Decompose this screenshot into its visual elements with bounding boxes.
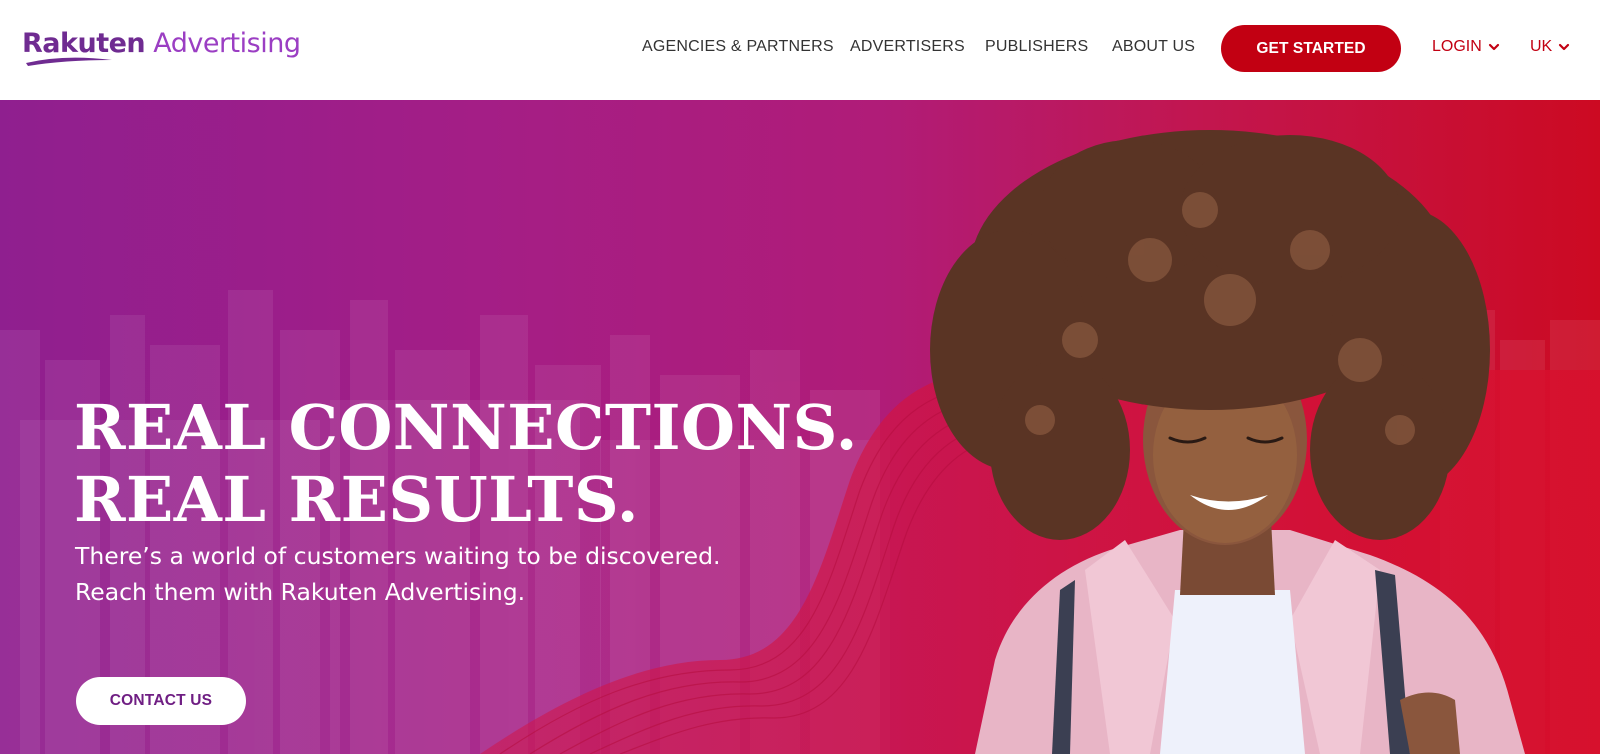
subheading-line-2: Reach them with Rakuten Advertising. [75,578,526,606]
get-started-button[interactable]: GET STARTED [1221,25,1401,72]
contact-us-button[interactable]: CONTACT US [76,677,246,725]
login-dropdown[interactable]: LOGIN [1432,38,1500,56]
logo-rakuten-text: Rakuten [22,28,146,59]
subheading-line-1: There’s a world of customers waiting to … [75,542,721,570]
headline-line-1: REAL CONNECTIONS. [74,391,858,464]
region-dropdown[interactable]: UK [1530,38,1570,56]
chevron-down-icon [1488,43,1499,51]
logo-swoosh-icon [26,57,112,66]
rakuten-advertising-logo[interactable]: Rakuten Advertising [22,28,301,70]
region-label: UK [1530,38,1553,55]
logo-advertising-text: Advertising [145,28,301,59]
nav-advertisers[interactable]: ADVERTISERS [850,38,965,56]
hero-headline: REAL CONNECTIONS. REAL RESULTS. [74,392,858,536]
nav-publishers[interactable]: PUBLISHERS [985,38,1088,56]
hero-subheading: There’s a world of customers waiting to … [75,538,720,610]
headline-line-2: REAL RESULTS. [74,463,640,536]
login-label: LOGIN [1432,38,1482,55]
chevron-down-icon [1559,43,1570,51]
site-header: Rakuten Advertising AGENCIES & PARTNERS … [0,0,1600,100]
nav-agencies-partners[interactable]: AGENCIES & PARTNERS [642,38,834,56]
hero-banner: REAL CONNECTIONS. REAL RESULTS. There’s … [0,100,1600,754]
nav-about-us[interactable]: ABOUT US [1112,38,1195,56]
